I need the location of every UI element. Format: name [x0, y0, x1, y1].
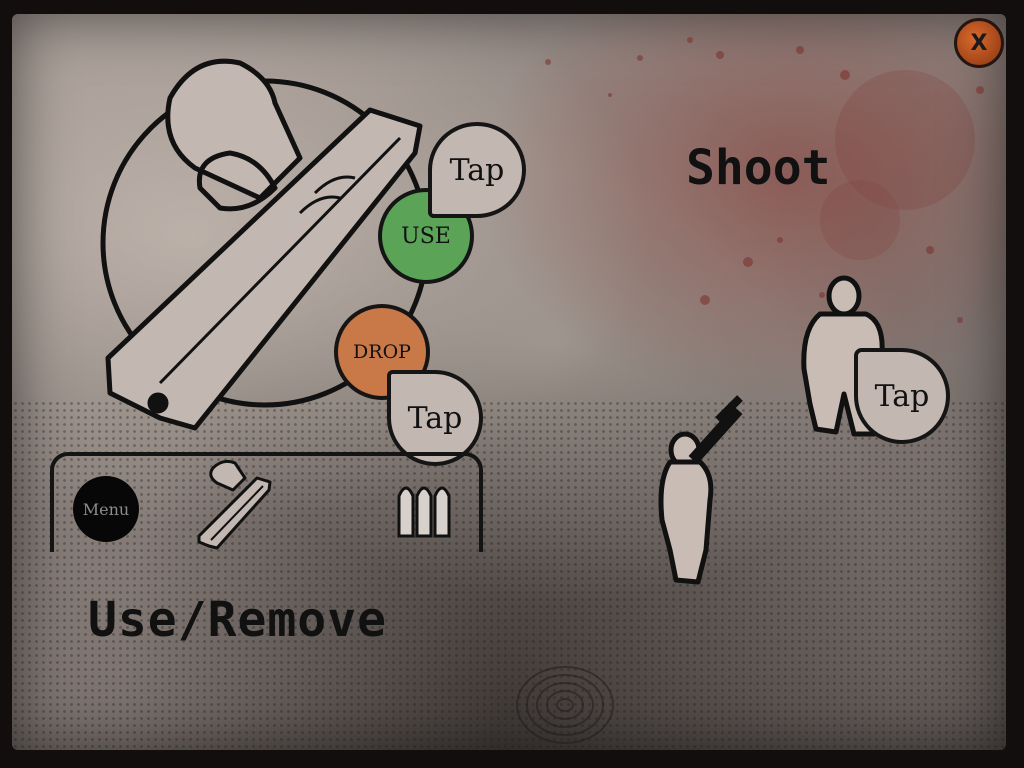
pistol-slot-icon[interactable] [195, 458, 277, 554]
ammo-slot-icon[interactable] [393, 478, 459, 542]
close-button[interactable]: X [954, 18, 1004, 68]
fingerprint-smudge [516, 666, 614, 744]
close-icon: X [970, 30, 988, 56]
drop-label: DROP [353, 341, 411, 363]
tap-hint-drop-label: Tap [407, 400, 463, 436]
tap-hint-use-label: Tap [449, 152, 505, 188]
menu-label: Menu [82, 499, 130, 519]
shoot-heading: Shoot [686, 140, 831, 196]
tap-hint-shoot: Tap [854, 348, 950, 444]
tap-hint-use: Tap [428, 122, 526, 218]
use-remove-caption: Use/Remove [88, 592, 387, 648]
menu-button[interactable]: Menu [73, 476, 139, 542]
game-screen: X USE Tap DROP Tap Menu Use/Remove Shoot… [0, 0, 1024, 768]
use-label: USE [401, 223, 451, 249]
tap-hint-shoot-label: Tap [874, 378, 930, 414]
player-figure [658, 395, 743, 585]
